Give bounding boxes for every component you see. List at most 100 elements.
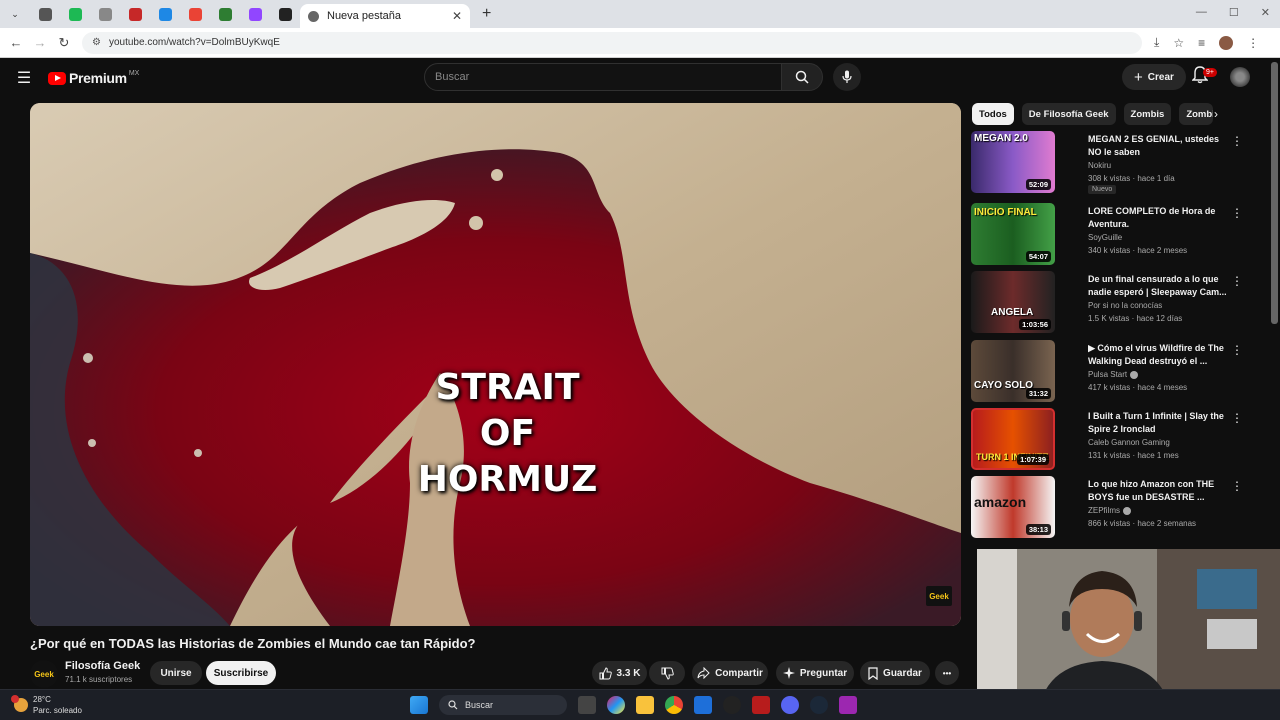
app-icon-3[interactable] [839,696,857,714]
url-text: youtube.com/watch?v=DolmBUyKwqE [108,37,280,48]
menu-icon[interactable]: ☰ [0,68,48,88]
duration-badge: 1:03:56 [1019,319,1051,330]
profile-avatar[interactable] [1219,35,1234,50]
pinned-tab-1[interactable] [30,0,60,28]
subscribe-button[interactable]: Suscribirse [206,661,276,685]
pinned-tab-gmail[interactable] [180,0,210,28]
youtube-logo[interactable]: Premium MX [48,70,139,86]
windows-start-icon[interactable] [410,696,428,714]
microphone-icon [842,70,852,83]
recommendation-title: I Built a Turn 1 Infinite | Slay the Spi… [1088,411,1224,434]
forward-icon[interactable]: → [28,35,52,50]
save-button[interactable]: Guardar [860,661,930,685]
more-options-icon[interactable]: ⋮ [1231,134,1243,148]
tab-close-icon[interactable]: ✕ [452,9,462,23]
pinned-tab-4[interactable] [120,0,150,28]
back-icon[interactable]: ← [4,35,28,50]
duration-badge: 52:09 [1025,179,1051,190]
channel-watermark[interactable]: Geek [926,586,952,606]
join-button[interactable]: Unirse [150,661,202,685]
chrome-icon[interactable] [665,696,683,714]
recommendation-channel: SoyGuille [1088,233,1123,242]
channel-name[interactable]: Filosofía Geek [65,660,140,672]
more-options-icon[interactable]: ⋮ [1231,274,1243,288]
search-button[interactable] [781,63,823,91]
taskbar-search[interactable]: Buscar [439,695,567,715]
install-app-icon[interactable]: ⤓ [1154,35,1159,50]
app-icon-1[interactable] [723,696,741,714]
video-thumbnail: ANGELA 1:03:56 [971,271,1055,333]
pinned-tab-5[interactable] [150,0,180,28]
account-avatar[interactable] [1230,67,1250,87]
more-options-icon[interactable]: ⋮ [1231,206,1243,220]
channel-label: Pulsa Start [1088,370,1128,379]
search-input[interactable]: Buscar [424,63,782,91]
thumbnail-caption: ANGELA [991,307,1034,318]
tab-list-button[interactable]: ⌄ [0,0,30,28]
video-title: ¿Por qué en TODAS las Historias de Zombi… [30,636,476,651]
url-field[interactable]: ⚙ youtube.com/watch?v=DolmBUyKwqE [82,31,1142,54]
pinned-tab-tiktok[interactable] [270,0,300,28]
app-icon-2[interactable] [752,696,770,714]
chip-zombi[interactable]: Zombi [1179,103,1214,125]
chip-todos[interactable]: Todos [972,103,1014,125]
maximize-button[interactable]: ☐ [1229,6,1239,19]
search-placeholder: Buscar [435,71,470,83]
share-icon [697,667,710,679]
discord-icon[interactable] [781,696,799,714]
notifications-badge: 9+ [1203,68,1217,77]
overlay-line-2: HORMUZ [417,459,598,500]
store-icon[interactable] [694,696,712,714]
duration-badge: 54:07 [1025,251,1051,262]
search-icon [795,70,809,84]
ask-label: Preguntar [799,667,848,679]
recommendation-meta: 340 k vistas · hace 2 meses [1088,246,1188,255]
recommendation-item[interactable]: TURN 1 INFINITE 1:07:39 I Built a Turn 1… [971,408,1271,472]
dislike-button[interactable] [649,661,685,685]
pinned-tab-twitch[interactable] [240,0,270,28]
pinned-tab-3[interactable] [90,0,120,28]
ask-button[interactable]: Preguntar [776,661,854,685]
extensions-icon[interactable]: ≡ [1198,36,1205,50]
page-scrollbar[interactable] [1271,62,1278,324]
share-button[interactable]: Compartir [692,661,768,685]
recommendation-channel: Por si no la conocías [1088,301,1163,310]
file-explorer-icon[interactable] [636,696,654,714]
overlay-line-1: STRAIT OF [435,367,580,454]
close-window-button[interactable]: ✕ [1261,6,1270,19]
weather-widget[interactable]: 28°C Parc. soleado [11,694,82,716]
more-options-icon[interactable]: ⋮ [1231,479,1243,493]
chevron-right-icon[interactable]: › [1214,107,1218,121]
copilot-icon[interactable] [607,696,625,714]
temperature: 28°C [33,695,51,704]
site-settings-icon[interactable]: ⚙ [92,37,101,48]
thumbnail-caption: MEGAN 2.0 [974,133,1028,144]
create-button[interactable]: + Crear [1122,64,1186,90]
bookmark-star-icon[interactable]: ☆ [1173,36,1184,50]
new-tab-button[interactable]: + [482,5,491,23]
minimize-button[interactable]: — [1196,6,1207,19]
task-view-icon[interactable] [578,696,596,714]
video-player[interactable]: STRAIT OF HORMUZ [30,103,961,626]
recommendation-item[interactable]: ANGELA 1:03:56 De un final censurado a l… [971,271,1271,335]
more-options-icon[interactable]: ⋮ [1231,343,1243,357]
recommendation-item[interactable]: amazon 38:13 Lo que hizo Amazon con THE … [971,476,1271,540]
recommendation-item[interactable]: INICIO FINAL 54:07 LORE COMPLETO de Hora… [971,203,1271,267]
voice-search-button[interactable] [833,63,861,91]
video-thumbnail: TURN 1 INFINITE 1:07:39 [971,408,1055,470]
browser-menu-icon[interactable]: ⋮ [1247,36,1259,50]
channel-avatar[interactable]: Geek [30,660,58,688]
chip-channel[interactable]: De Filosofía Geek [1021,103,1116,125]
like-button[interactable]: 3.3 K [592,661,647,685]
recommendation-item[interactable]: MEGAN 2.0 52:09 MEGAN 2 ES GENIAL, usted… [971,131,1271,195]
reload-icon[interactable]: ↻ [52,35,76,51]
active-tab[interactable]: Nueva pestaña ✕ [300,4,470,28]
more-actions-button[interactable]: ••• [935,661,959,685]
steam-icon[interactable] [810,696,828,714]
pinned-tab-7[interactable] [210,0,240,28]
more-options-icon[interactable]: ⋮ [1231,411,1243,425]
chip-zombis[interactable]: Zombis [1123,103,1172,125]
recommendation-item[interactable]: CAYO SOLO 31:32 ▶ Cómo el virus Wildfire… [971,340,1271,404]
region-code: MX [128,69,140,77]
pinned-tab-2[interactable] [60,0,90,28]
